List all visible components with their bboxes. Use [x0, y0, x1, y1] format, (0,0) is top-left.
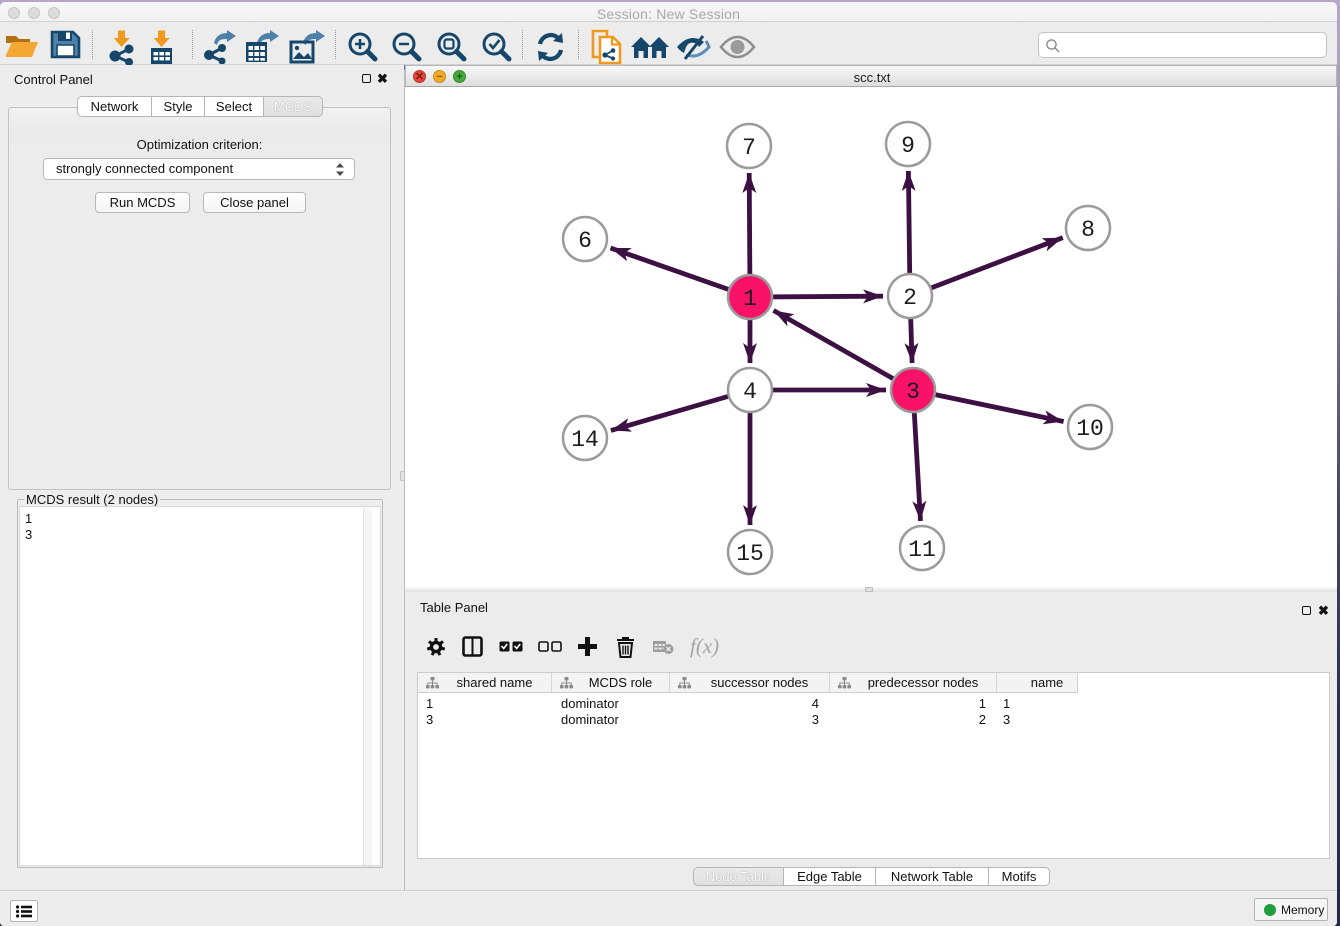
svg-text:7: 7	[742, 135, 756, 161]
svg-text:9: 9	[901, 133, 915, 159]
svg-text:8: 8	[1081, 217, 1095, 243]
svg-text:14: 14	[571, 427, 599, 453]
svg-text:6: 6	[578, 228, 592, 254]
svg-text:2: 2	[903, 285, 917, 311]
svg-text:11: 11	[908, 537, 936, 563]
svg-text:10: 10	[1076, 416, 1104, 442]
svg-text:4: 4	[743, 379, 757, 405]
svg-text:15: 15	[736, 541, 764, 567]
svg-text:3: 3	[906, 379, 920, 405]
svg-text:1: 1	[743, 286, 757, 312]
